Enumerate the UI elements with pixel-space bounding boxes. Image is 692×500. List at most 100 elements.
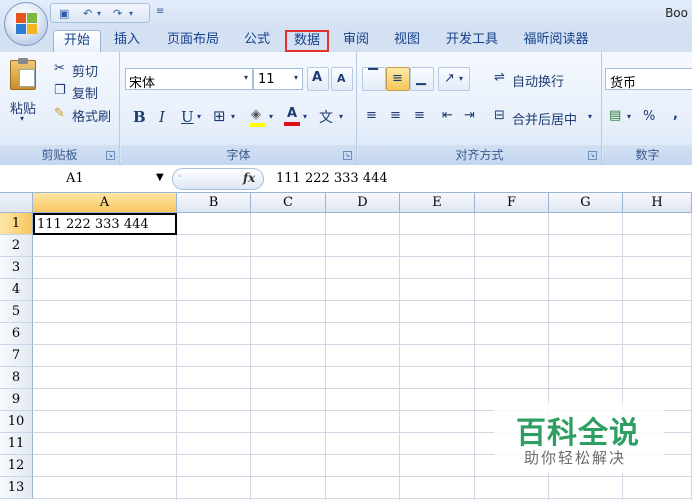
row-header-1[interactable]: 1	[0, 213, 33, 235]
font-name-select[interactable]: 宋体 ▾	[125, 68, 253, 91]
row-header-13[interactable]: 13	[0, 477, 33, 499]
office-button[interactable]	[4, 2, 48, 46]
align-bottom-icon: ▁	[416, 71, 426, 86]
tab-foxit-reader[interactable]: 福昕阅读器	[514, 30, 598, 52]
column-header-g[interactable]: G	[549, 193, 623, 213]
customize-qat-icon[interactable]: ≡	[156, 6, 164, 20]
alignment-group: ▔ ≡ ▁ ↗ ▾ ⇌ 自动换行 ≡ ≡ ≡ ⇤ ⇥ ⊟ 合并后居中 ▾ 对齐方…	[358, 52, 602, 165]
font-launcher-icon[interactable]: ↘	[343, 151, 352, 160]
align-top-icon: ▔	[368, 69, 378, 84]
tab-page-layout[interactable]: 页面布局	[158, 30, 228, 52]
copy-button[interactable]: 复制	[72, 83, 98, 102]
number-format-value: 货币	[610, 76, 637, 91]
align-bottom-button[interactable]: ▁	[410, 67, 434, 91]
chevron-down-icon[interactable]: ▾	[269, 112, 273, 121]
align-top-button[interactable]: ▔	[362, 67, 386, 91]
row-gridline	[33, 322, 692, 323]
row-header-10[interactable]: 10	[0, 411, 33, 433]
accounting-format-icon[interactable]: ▤	[609, 108, 621, 123]
align-left-icon[interactable]: ≡	[366, 108, 377, 123]
borders-icon[interactable]: ⊞	[213, 107, 226, 125]
watermark: 百科全说 助你轻松解决	[494, 403, 664, 473]
row-header-6[interactable]: 6	[0, 323, 33, 345]
chevron-down-icon[interactable]: ▼	[156, 172, 164, 183]
grow-font-button[interactable]: A	[307, 67, 329, 91]
row-header-9[interactable]: 9	[0, 389, 33, 411]
tab-data[interactable]: 数据	[285, 30, 329, 52]
number-group: 货币 ▤ ▾ % , 数字	[603, 52, 692, 165]
copy-icon: ❐	[54, 83, 66, 98]
redo-dropdown-icon[interactable]: ▾	[129, 9, 133, 23]
cut-button[interactable]: 剪切	[72, 61, 98, 80]
tab-formulas[interactable]: 公式	[238, 30, 276, 52]
formula-bar: A1 ▼ ◦ fx 111 222 333 444	[0, 165, 692, 193]
alignment-launcher-icon[interactable]: ↘	[588, 151, 597, 160]
cell-a1[interactable]: 111 222 333 444	[33, 213, 177, 235]
column-header-h[interactable]: H	[623, 193, 692, 213]
align-middle-button[interactable]: ≡	[386, 67, 410, 91]
fill-color-icon[interactable]: ◈	[249, 107, 267, 127]
tab-review[interactable]: 审阅	[337, 30, 375, 52]
chevron-down-icon: ▾	[243, 73, 248, 82]
chevron-down-icon: ▾	[459, 74, 464, 83]
expand-handle-icon[interactable]: ◦	[177, 172, 182, 182]
row-gridline	[33, 388, 692, 389]
phonetic-guide-icon[interactable]: 文	[319, 107, 333, 127]
tab-insert[interactable]: 插入	[108, 30, 146, 52]
formula-input[interactable]: 111 222 333 444	[276, 171, 388, 186]
undo-icon[interactable]: ↶	[83, 7, 92, 21]
orientation-button[interactable]: ↗ ▾	[438, 67, 470, 91]
name-box[interactable]: A1 ▼	[40, 170, 170, 190]
clipboard-launcher-icon[interactable]: ↘	[106, 151, 115, 160]
column-header-f[interactable]: F	[475, 193, 549, 213]
row-header-3[interactable]: 3	[0, 257, 33, 279]
row-header-11[interactable]: 11	[0, 433, 33, 455]
tab-home[interactable]: 开始	[53, 30, 101, 52]
tab-developer[interactable]: 开发工具	[440, 30, 504, 52]
paste-button[interactable]: 粘贴 ▾	[6, 58, 42, 128]
column-header-e[interactable]: E	[400, 193, 475, 213]
align-right-icon[interactable]: ≡	[414, 108, 425, 123]
chevron-down-icon[interactable]: ▾	[303, 112, 307, 121]
font-size-select[interactable]: 11 ▾	[253, 68, 303, 90]
row-header-2[interactable]: 2	[0, 235, 33, 257]
underline-button[interactable]: U	[181, 108, 194, 126]
row-header-4[interactable]: 4	[0, 279, 33, 301]
increase-indent-icon[interactable]: ⇥	[464, 108, 475, 123]
row-header-5[interactable]: 5	[0, 301, 33, 323]
chevron-down-icon[interactable]: ▾	[231, 112, 235, 121]
column-header-d[interactable]: D	[326, 193, 400, 213]
chevron-down-icon: ▾	[293, 73, 298, 82]
chevron-down-icon[interactable]: ▾	[588, 112, 592, 121]
merge-center-button[interactable]: 合并后居中	[512, 109, 577, 128]
insert-function-icon[interactable]: fx	[243, 171, 255, 185]
font-color-icon[interactable]: A	[283, 106, 301, 126]
row-header-8[interactable]: 8	[0, 367, 33, 389]
align-center-icon[interactable]: ≡	[390, 108, 401, 123]
number-format-select[interactable]: 货币	[605, 68, 692, 91]
undo-dropdown-icon[interactable]: ▾	[97, 9, 101, 23]
font-group: 宋体 ▾ 11 ▾ A A B I U ▾ ⊞ ▾ ◈ ▾ A ▾ 文 ▾ 字体	[121, 52, 357, 165]
column-header-b[interactable]: B	[177, 193, 251, 213]
chevron-down-icon[interactable]: ▾	[627, 112, 631, 121]
column-header-c[interactable]: C	[251, 193, 326, 213]
chevron-down-icon[interactable]: ▾	[197, 112, 201, 121]
tab-view[interactable]: 视图	[388, 30, 426, 52]
save-icon[interactable]: ▣	[59, 7, 69, 21]
decrease-indent-icon[interactable]: ⇤	[442, 108, 453, 123]
row-header-12[interactable]: 12	[0, 455, 33, 477]
row-header-7[interactable]: 7	[0, 345, 33, 367]
wrap-text-button[interactable]: 自动换行	[512, 71, 564, 90]
column-header-a[interactable]: A	[33, 193, 177, 213]
percent-style-button[interactable]: %	[643, 109, 655, 124]
italic-button[interactable]: I	[159, 108, 165, 126]
clipboard-icon	[10, 58, 36, 90]
redo-icon[interactable]: ↷	[113, 7, 122, 21]
format-painter-button[interactable]: 格式刷	[72, 106, 111, 125]
formula-buttons: ◦ fx	[172, 168, 264, 190]
select-all-corner[interactable]	[0, 193, 33, 213]
bold-button[interactable]: B	[133, 108, 146, 126]
comma-style-button[interactable]: ,	[673, 107, 678, 122]
chevron-down-icon[interactable]: ▾	[339, 112, 343, 121]
shrink-font-button[interactable]: A	[331, 67, 353, 91]
